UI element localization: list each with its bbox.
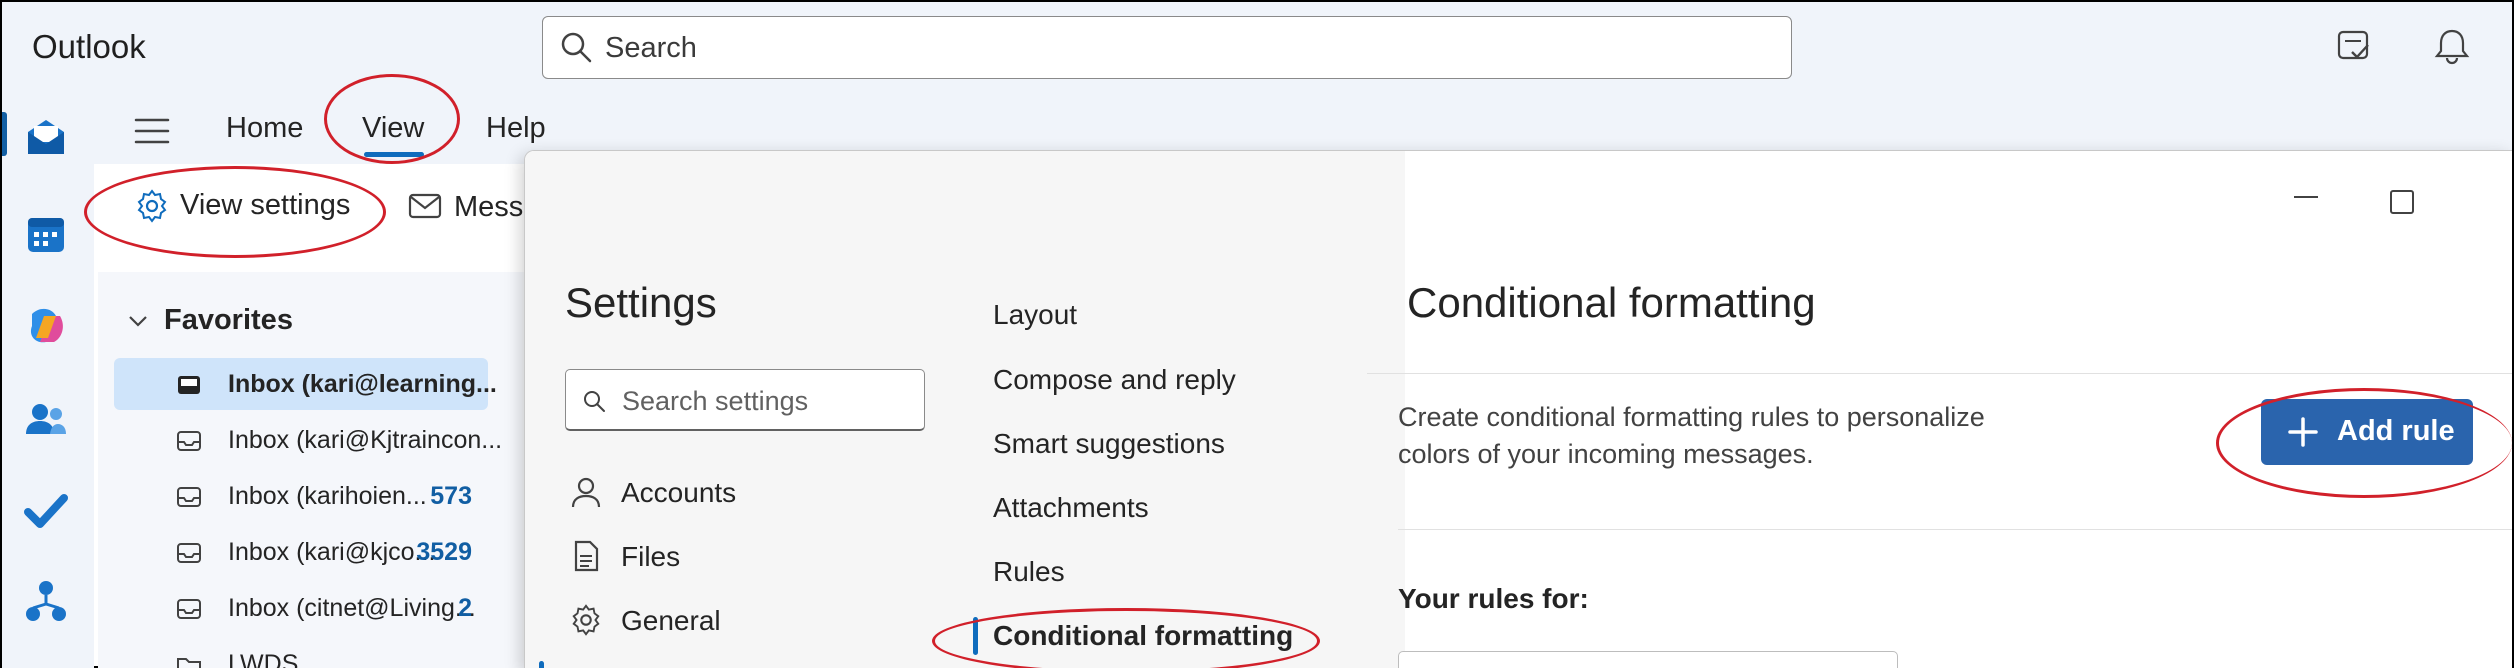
divider bbox=[1367, 373, 2512, 374]
folder-pane: Favorites Inbox (kari@learning... Inbox … bbox=[98, 272, 528, 668]
settings-dialog: Settings Search settings Accounts Files … bbox=[524, 150, 2512, 668]
ribbon-toolbar: View settings Messa bbox=[102, 164, 539, 248]
unread-count: 2 bbox=[458, 594, 472, 622]
settings-search-input[interactable]: Search settings bbox=[565, 369, 925, 431]
favorites-header[interactable]: Favorites bbox=[164, 304, 293, 337]
divider bbox=[1398, 529, 2512, 530]
person-icon bbox=[569, 475, 603, 509]
unread-count: 3529 bbox=[416, 538, 472, 566]
category-label: Accounts bbox=[621, 477, 737, 508]
search-placeholder: Search bbox=[605, 32, 697, 64]
folder-item[interactable]: Inbox (karihoien... 573 bbox=[114, 470, 488, 522]
settings-category-general[interactable]: General bbox=[565, 595, 925, 645]
tab-view[interactable]: View bbox=[362, 112, 424, 145]
todo-check-icon[interactable] bbox=[22, 486, 70, 534]
subnav-attachments[interactable]: Attachments bbox=[993, 492, 1149, 524]
tab-help[interactable]: Help bbox=[486, 112, 546, 145]
people-icon[interactable] bbox=[22, 396, 70, 444]
subnav-smart-suggestions[interactable]: Smart suggestions bbox=[993, 428, 1225, 460]
copilot-icon[interactable] bbox=[22, 302, 70, 350]
minimize-icon[interactable] bbox=[2293, 195, 2319, 199]
add-rule-label: Add rule bbox=[2337, 415, 2455, 447]
subnav-compose-and-reply[interactable]: Compose and reply bbox=[993, 364, 1236, 396]
inbox-icon bbox=[176, 598, 202, 620]
gear-icon bbox=[569, 603, 603, 637]
envelope-icon[interactable] bbox=[408, 192, 442, 220]
gear-icon bbox=[134, 188, 170, 224]
view-settings-label: View settings bbox=[180, 189, 351, 221]
folder-item[interactable]: Inbox (kari@kjco... 3529 bbox=[114, 526, 488, 578]
subnav-conditional-formatting[interactable]: Conditional formatting bbox=[993, 620, 1293, 652]
inbox-icon bbox=[176, 374, 202, 396]
search-icon bbox=[559, 30, 593, 64]
category-selected-indicator bbox=[539, 661, 544, 668]
unread-count: 573 bbox=[430, 482, 472, 510]
maximize-icon[interactable] bbox=[2389, 189, 2415, 215]
file-icon bbox=[569, 539, 603, 573]
category-label: Files bbox=[621, 541, 681, 572]
add-rule-button[interactable]: Add rule bbox=[2261, 399, 2473, 465]
app-title: Outlook bbox=[32, 28, 146, 65]
hamburger-icon[interactable] bbox=[134, 116, 170, 146]
plus-icon bbox=[2287, 416, 2319, 448]
folder-label: Inbox (kari@learning... bbox=[228, 370, 497, 398]
search-input[interactable]: Search bbox=[542, 16, 1792, 79]
rail-active-indicator bbox=[2, 112, 7, 156]
folder-item[interactable]: Inbox (kari@Kjtraincon... bbox=[114, 414, 502, 466]
folder-icon bbox=[176, 654, 202, 668]
folder-item[interactable]: Inbox (citnet@Living... 2 bbox=[114, 582, 488, 634]
rules-for-dropdown[interactable] bbox=[1398, 651, 1898, 668]
inbox-icon bbox=[176, 430, 202, 452]
content-description: Create conditional formatting rules to p… bbox=[1398, 402, 1985, 469]
todo-icon[interactable] bbox=[2334, 26, 2374, 66]
view-settings-button[interactable]: View settings bbox=[134, 186, 374, 228]
folder-label: Inbox (kari@Kjtraincon... bbox=[228, 426, 503, 454]
settings-search-placeholder: Search settings bbox=[622, 386, 809, 416]
rules-for-label: Your rules for: bbox=[1398, 583, 1589, 614]
settings-nav-pane: Settings Search settings Accounts Files … bbox=[525, 151, 965, 668]
inbox-icon bbox=[176, 542, 202, 564]
inbox-icon bbox=[176, 486, 202, 508]
bell-icon[interactable] bbox=[2432, 26, 2472, 66]
chevron-down-icon[interactable] bbox=[128, 314, 148, 328]
org-explorer-icon[interactable] bbox=[22, 578, 70, 626]
settings-title: Settings bbox=[565, 279, 717, 326]
folder-item[interactable]: LWDS bbox=[114, 638, 488, 668]
category-label: General bbox=[621, 605, 721, 636]
subnav-layout[interactable]: Layout bbox=[993, 299, 1077, 331]
calendar-icon[interactable] bbox=[22, 210, 70, 258]
tab-home[interactable]: Home bbox=[226, 112, 303, 145]
folder-item[interactable]: Inbox (kari@learning... bbox=[114, 358, 497, 410]
mail-icon[interactable] bbox=[22, 114, 70, 162]
settings-subnav-pane bbox=[965, 151, 1405, 668]
settings-category-accounts[interactable]: Accounts bbox=[565, 467, 925, 517]
folder-label: LWDS bbox=[228, 650, 299, 668]
settings-category-files[interactable]: Files bbox=[565, 531, 925, 581]
content-title: Conditional formatting bbox=[1407, 279, 1816, 326]
tab-selected-indicator bbox=[364, 152, 424, 157]
search-icon bbox=[582, 389, 606, 413]
subnav-rules[interactable]: Rules bbox=[993, 556, 1065, 588]
subnav-selected-indicator bbox=[973, 617, 978, 655]
